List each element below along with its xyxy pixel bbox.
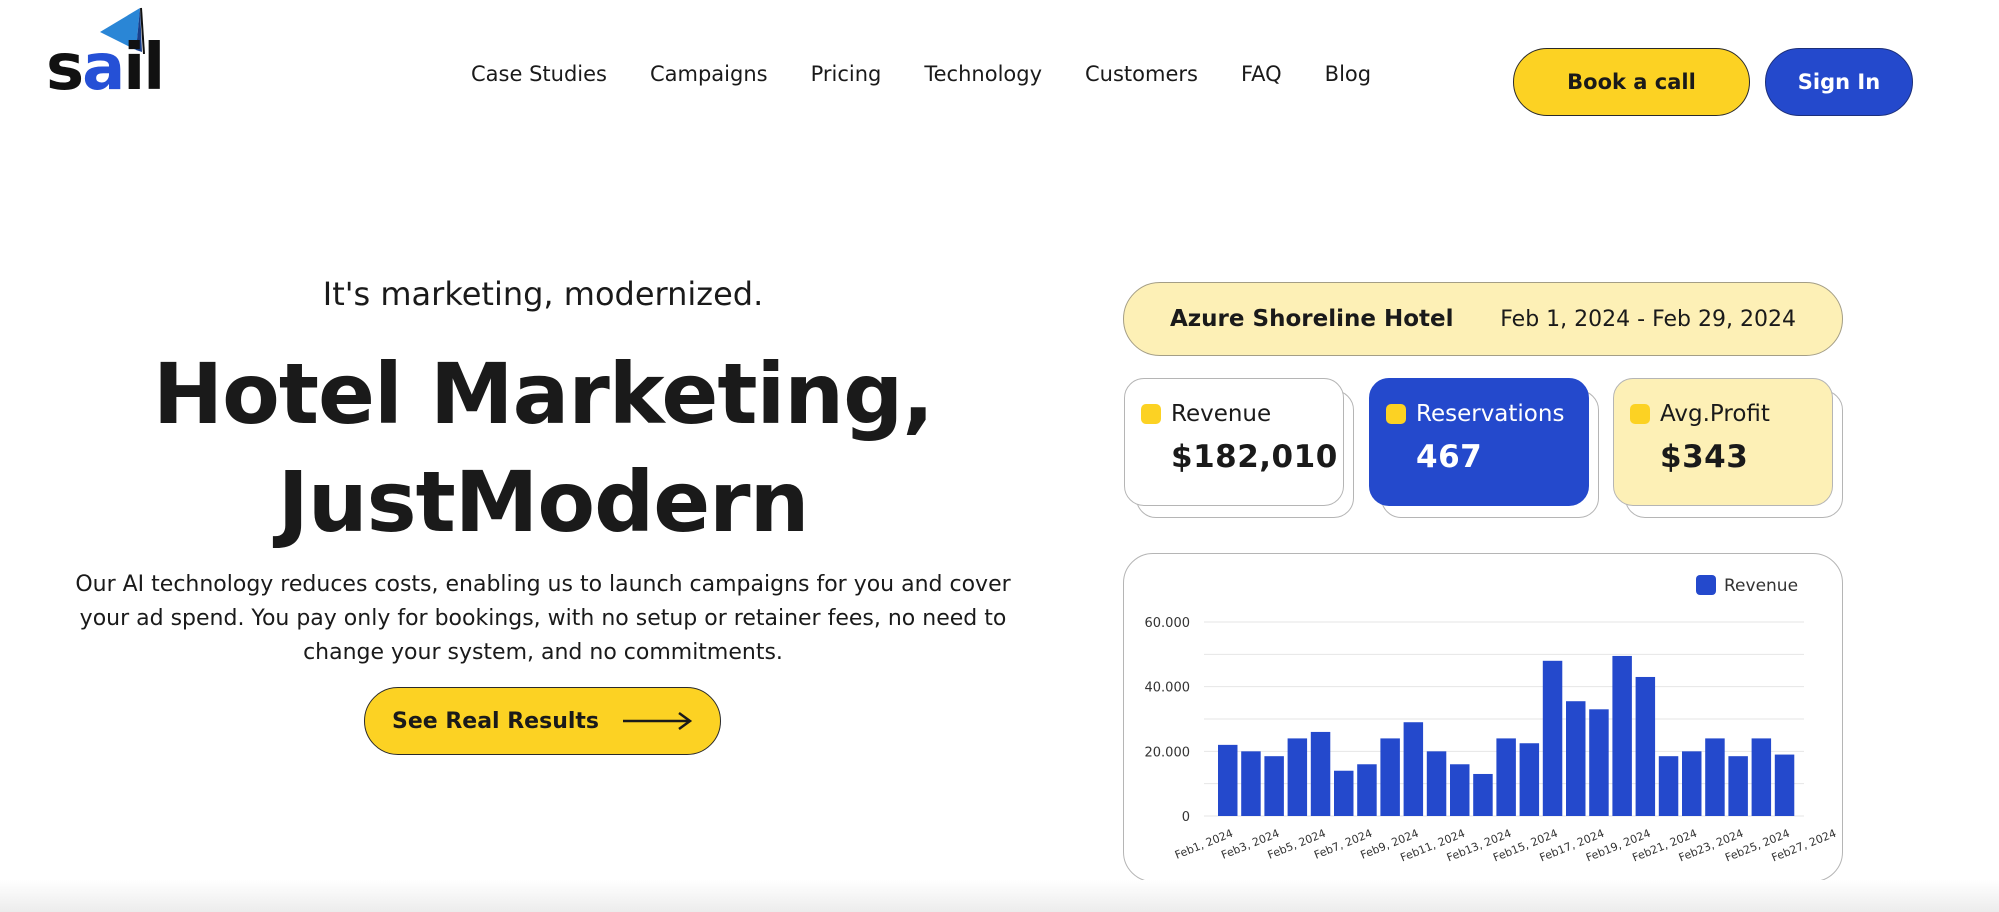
revenue-bar [1241, 751, 1261, 816]
hero-description: Our AI technology reduces costs, enablin… [75, 572, 1011, 665]
avg-profit-card: Avg.Profit $343 [1613, 378, 1833, 506]
nav-link-technology[interactable]: Technology [924, 62, 1042, 86]
y-tick-label: 0 [1182, 810, 1190, 825]
revenue-chart: 0 20.000 40.000 60.000 Feb1, 2024 Feb3, 2024 F… [1123, 553, 1843, 882]
yellow-square-icon [1386, 404, 1406, 424]
revenue-bar [1310, 731, 1331, 816]
nav-link-case-studies[interactable]: Case Studies [471, 62, 607, 86]
revenue-bar [1519, 743, 1540, 816]
yellow-square-icon [1141, 404, 1161, 424]
revenue-bar [1357, 764, 1377, 816]
card-label: Avg.Profit [1660, 401, 1770, 427]
nav-link-customers[interactable]: Customers [1085, 62, 1198, 86]
revenue-bar [1635, 676, 1656, 816]
card-label: Revenue [1171, 401, 1272, 427]
revenue-bar [1287, 738, 1308, 816]
see-results-label: See Real Results [391, 708, 600, 734]
revenue-bar [1473, 773, 1493, 816]
revenue-bar [1728, 756, 1748, 816]
revenue-bar [1705, 738, 1725, 816]
hero-tagline: It's marketing, modernized. [322, 275, 764, 313]
logo-wordmark: sail [46, 31, 165, 105]
hotel-name: Azure Shoreline Hotel [1170, 306, 1454, 332]
avg-profit-card-wrap: Avg.Profit $343 [1613, 378, 1843, 518]
revenue-bar [1403, 722, 1424, 816]
nav-link-faq[interactable]: FAQ [1241, 62, 1282, 86]
main-nav: Case Studies Campaigns Pricing Technolog… [471, 62, 1414, 86]
revenue-bar [1218, 744, 1238, 816]
reservations-card: Reservations 467 [1369, 378, 1589, 506]
revenue-bar [1566, 701, 1586, 816]
revenue-bar [1682, 751, 1702, 816]
revenue-bar [1612, 655, 1632, 816]
card-value: $343 [1660, 439, 1749, 475]
y-tick-label: 20.000 [1145, 745, 1191, 760]
revenue-card-wrap: Revenue $182,010 [1124, 378, 1354, 518]
revenue-bar [1380, 738, 1400, 816]
card-label: Reservations [1416, 401, 1565, 427]
card-value: 467 [1416, 439, 1483, 475]
hero-headline-line1: Hotel Marketing, [152, 345, 934, 443]
book-call-button[interactable]: Book a call [1513, 48, 1750, 116]
hero-headline: Hotel Marketing, JustModern [0, 340, 1086, 556]
revenue-bar [1334, 770, 1354, 816]
revenue-chart-svg: 020.00040.00060.000Feb1, 2024Feb3, 2024F… [1145, 575, 1838, 864]
legend-swatch [1696, 575, 1716, 595]
page-bottom-edge [0, 880, 1999, 912]
revenue-bar [1658, 756, 1679, 816]
nav-link-blog[interactable]: Blog [1325, 62, 1371, 86]
hero-headline-line2: JustModern [277, 453, 810, 551]
yellow-square-icon [1630, 404, 1650, 424]
sail-logo[interactable]: sail [46, 6, 165, 105]
y-tick-label: 60.000 [1145, 616, 1191, 631]
reservations-card-wrap: Reservations 467 [1369, 378, 1599, 518]
revenue-card: Revenue $182,010 [1124, 378, 1344, 506]
arrow-right-icon [623, 711, 693, 731]
revenue-bar [1589, 709, 1609, 816]
legend-label: Revenue [1724, 576, 1798, 596]
y-tick-label: 40.000 [1145, 681, 1191, 696]
date-range: Feb 1, 2024 - Feb 29, 2024 [1500, 306, 1796, 332]
sign-in-button[interactable]: Sign In [1765, 48, 1913, 116]
card-value: $182,010 [1171, 439, 1338, 475]
revenue-bar [1542, 660, 1563, 816]
revenue-bar [1751, 738, 1772, 816]
revenue-bar [1496, 738, 1516, 816]
revenue-bar [1450, 764, 1470, 816]
revenue-bar [1426, 751, 1447, 816]
see-results-button[interactable]: See Real Results [364, 687, 721, 755]
revenue-bar [1774, 754, 1795, 816]
dashboard-header: Azure Shoreline Hotel Feb 1, 2024 - Feb … [1123, 282, 1843, 356]
nav-link-campaigns[interactable]: Campaigns [650, 62, 768, 86]
revenue-bar [1264, 756, 1284, 816]
nav-link-pricing[interactable]: Pricing [811, 62, 882, 86]
